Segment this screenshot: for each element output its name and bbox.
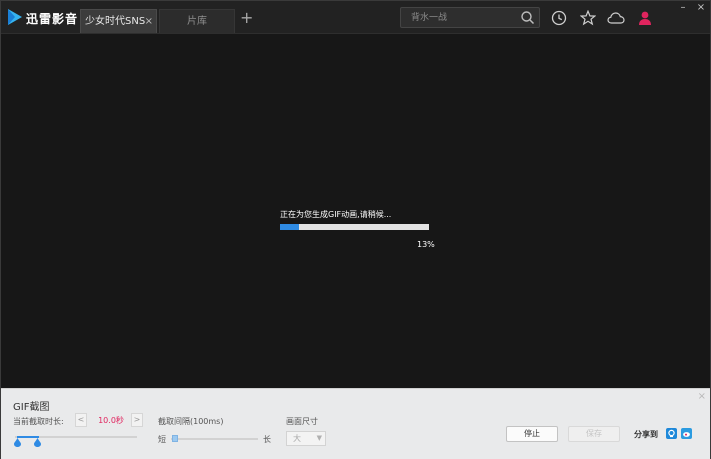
duration-label: 当前截取时长: (13, 417, 64, 426)
search-icon[interactable] (520, 10, 535, 25)
interval-label: 截取间隔(100ms) (158, 417, 224, 426)
history-icon[interactable] (551, 10, 567, 26)
gif-panel-title: GIF截图 (13, 402, 50, 413)
minimize-button[interactable]: – (677, 3, 689, 13)
increase-duration-button[interactable]: > (131, 413, 143, 427)
qzone-share-icon[interactable] (666, 428, 677, 439)
player-window: 迅雷影音 少女时代SNSD × 片库 + – × (0, 0, 711, 459)
interval-slider-track[interactable] (171, 438, 258, 440)
share-label: 分享到 (634, 430, 658, 439)
gif-progress-bar (280, 224, 429, 230)
progress-message: 正在为您生成GIF动画,请稍候... (280, 210, 392, 219)
interval-long-label: 长 (263, 435, 271, 444)
add-tab-button[interactable]: + (240, 9, 253, 27)
close-button[interactable]: × (695, 3, 707, 13)
star-icon[interactable] (580, 10, 596, 26)
weibo-share-icon[interactable] (681, 428, 692, 439)
interval-short-label: 短 (158, 435, 166, 444)
duration-end-handle[interactable] (34, 438, 41, 447)
interval-slider-handle[interactable] (172, 435, 178, 442)
chevron-down-icon: ▼ (316, 434, 322, 442)
tab-video-label: 少女时代SNSD (85, 16, 146, 27)
panel-close-button[interactable]: × (698, 391, 706, 402)
search-input[interactable] (401, 8, 517, 27)
cloud-icon[interactable] (607, 10, 625, 26)
size-label: 画面尺寸 (286, 417, 318, 426)
user-icon[interactable] (637, 10, 653, 26)
title-bar: 迅雷影音 少女时代SNSD × 片库 + – × (1, 1, 710, 34)
search-box (400, 7, 540, 28)
tab-video[interactable]: 少女时代SNSD × (80, 9, 157, 33)
xunlei-logo-icon (8, 9, 22, 25)
size-select[interactable]: 大 ▼ (286, 431, 326, 446)
duration-value: 10.0秒 (98, 416, 124, 425)
tab-close-button[interactable]: × (145, 10, 153, 33)
duration-start-handle[interactable] (14, 438, 21, 447)
progress-percent: 13% (417, 240, 435, 249)
size-select-value: 大 (293, 434, 301, 443)
stop-button[interactable]: 停止 (506, 426, 558, 442)
tab-library[interactable]: 片库 (159, 9, 235, 33)
app-name: 迅雷影音 (26, 12, 79, 26)
save-button[interactable]: 保存 (568, 426, 620, 442)
gif-progress-fill (280, 224, 300, 230)
decrease-duration-button[interactable]: < (75, 413, 87, 427)
duration-stepper: < 10.0秒 > (75, 413, 143, 427)
